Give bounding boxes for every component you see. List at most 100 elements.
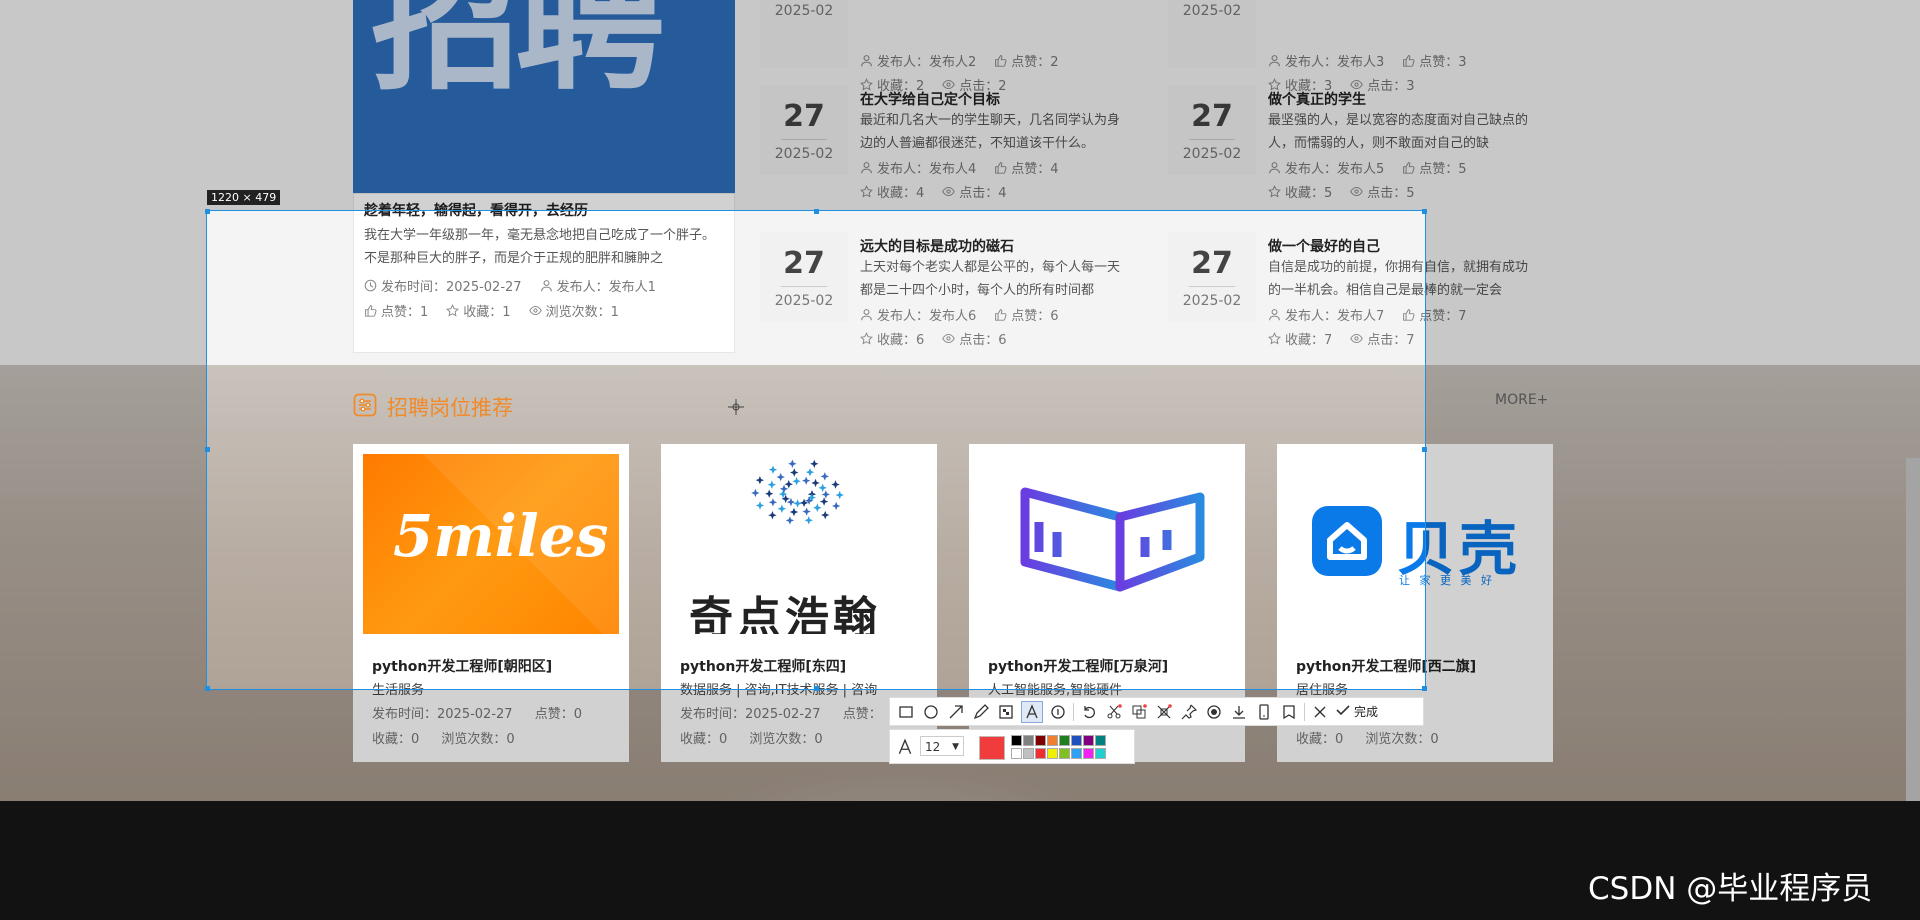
text-tool-icon[interactable] (1021, 700, 1043, 723)
user-icon (540, 279, 553, 292)
save-icon[interactable] (1229, 702, 1249, 722)
hero-text: 招聘 (371, 0, 665, 111)
mosaic-tool-icon[interactable] (996, 702, 1016, 722)
thumb-up-icon (364, 304, 377, 317)
color-swatch[interactable] (1047, 735, 1058, 746)
color-swatch[interactable] (1095, 735, 1106, 746)
undo-icon[interactable] (1079, 702, 1099, 722)
color-swatch[interactable] (1083, 748, 1094, 759)
job-title: python开发工程师[朝阳区] (372, 659, 553, 675)
date-month: 2025-02 (774, 146, 834, 162)
rectangle-tool-icon[interactable] (896, 702, 916, 722)
ellipse-tool-icon[interactable] (921, 702, 941, 722)
date-divider (1189, 139, 1235, 140)
resize-handle-top-right[interactable] (1422, 209, 1427, 214)
selection-size-label: 1220 × 479 (207, 190, 281, 205)
check-icon (1335, 702, 1351, 721)
date-box: 27 2025-02 (760, 85, 848, 175)
hero-recruit-image[interactable]: 招聘 (353, 0, 735, 193)
likes-count: 点赞： (842, 707, 882, 722)
pen-tool-icon[interactable] (971, 702, 991, 722)
date-divider (1189, 286, 1235, 287)
news-excerpt (860, 2, 1130, 48)
arrow-tool-icon[interactable] (946, 702, 966, 722)
font-size-select[interactable]: 12 ▼ (920, 736, 964, 756)
thumb-up-icon (1402, 54, 1415, 67)
bookmark-icon[interactable] (1279, 702, 1299, 722)
resize-handle-bottom-right[interactable] (1422, 686, 1427, 691)
job-card: 贝壳 让 家 更 美 好 python开发工程师[西二旗] 居住服务 27 点赞… (1277, 444, 1425, 689)
publish-time: 发布时间：2025-02-27 (372, 707, 513, 722)
clicks-count: 点击：6 (959, 333, 1007, 348)
resize-handle-right[interactable] (1422, 447, 1427, 452)
featured-news-title: 趁着年轻，输得起，看得开，去经历 (364, 211, 588, 219)
pin-icon[interactable] (1179, 702, 1199, 722)
done-button[interactable]: 完成 (1335, 702, 1378, 721)
mobile-icon[interactable] (1254, 702, 1274, 722)
favorites-count: 收藏：0 (372, 732, 420, 747)
ocr-icon[interactable] (1129, 702, 1149, 722)
publisher: 发布人：发布人6 (877, 309, 977, 324)
publish-time: 发布时间：2025-02-27 (680, 707, 821, 722)
resize-handle-top-left[interactable] (205, 209, 210, 214)
thumb-up-icon (994, 54, 1007, 67)
eye-icon (1350, 185, 1364, 198)
favorites-count: 收藏：4 (877, 186, 925, 201)
publisher: 发布人：发布人3 (1285, 55, 1385, 70)
page-scrollbar[interactable] (1906, 458, 1920, 801)
screenshot-selection[interactable]: 招聘 趁着年轻，输得起，看得开，去经历 我在大学一年级那一年，毫无悬念地把自己吃… (206, 210, 1426, 690)
job-category: 数据服务 | 咨询,IT技术服务 | 咨询 (680, 679, 930, 689)
clicks-count: 点击：7 (1367, 333, 1415, 348)
news-title: 远大的目标是成功的磁石 (860, 239, 1014, 255)
news-title[interactable]: 做个真正的学生 (1268, 89, 1366, 109)
close-icon[interactable] (1310, 702, 1330, 722)
color-swatch[interactable] (1023, 748, 1034, 759)
color-swatch[interactable] (1083, 735, 1094, 746)
job-category: 居住服务 (1296, 679, 1425, 689)
color-swatch[interactable] (1035, 735, 1046, 746)
news-title[interactable]: 在大学给自己定个目标 (860, 89, 1000, 109)
resize-handle-left[interactable] (205, 447, 210, 452)
color-swatch[interactable] (1059, 735, 1070, 746)
job-title: python开发工程师[东四] (680, 659, 847, 675)
more-link[interactable]: MORE+ (1495, 392, 1548, 408)
color-swatch[interactable] (1059, 748, 1070, 759)
star-icon (860, 185, 873, 198)
resize-handle-top[interactable] (814, 209, 819, 214)
date-box: 2025-02 (760, 0, 848, 68)
resize-handle-bottom[interactable] (814, 686, 819, 691)
publisher: 发布人：发布人1 (556, 280, 656, 295)
resize-handle-bottom-left[interactable] (205, 686, 210, 691)
favorites-count: 收藏：6 (877, 333, 925, 348)
company-logo: 5miles (363, 454, 619, 634)
record-icon[interactable] (1204, 702, 1224, 722)
company-logo (979, 454, 1235, 634)
job-category: 生活服务 (372, 679, 622, 689)
color-swatch[interactable] (1023, 735, 1034, 746)
eye-icon (942, 332, 956, 345)
date-box: 27 2025-02 (1168, 85, 1256, 175)
color-swatch[interactable] (1035, 748, 1046, 759)
current-color-swatch[interactable] (979, 736, 1005, 760)
thumb-up-icon (994, 308, 1007, 321)
date-month: 2025-02 (774, 3, 834, 19)
thumb-up-icon (1402, 308, 1415, 321)
date-day: 27 (1191, 99, 1233, 134)
color-swatch[interactable] (1011, 735, 1022, 746)
likes-count: 点赞：1 (381, 305, 429, 320)
long-screenshot-icon[interactable] (1154, 702, 1174, 722)
number-tool-icon[interactable] (1048, 702, 1068, 722)
publisher: 发布人：发布人7 (1285, 309, 1385, 324)
publisher: 发布人：发布人4 (877, 162, 977, 177)
color-swatch[interactable] (1095, 748, 1106, 759)
color-swatch[interactable] (1071, 748, 1082, 759)
color-swatch[interactable] (1071, 735, 1082, 746)
publisher: 发布人：发布人5 (1285, 162, 1385, 177)
watermark: CSDN @毕业程序员 (1588, 871, 1873, 907)
text-options-toolbar: 12 ▼ (889, 729, 1135, 764)
color-swatch[interactable] (1011, 748, 1022, 759)
clicks-count: 点击：4 (959, 186, 1007, 201)
font-size-value: 12 (925, 740, 941, 754)
cutout-icon[interactable] (1104, 702, 1124, 722)
color-swatch[interactable] (1047, 748, 1058, 759)
